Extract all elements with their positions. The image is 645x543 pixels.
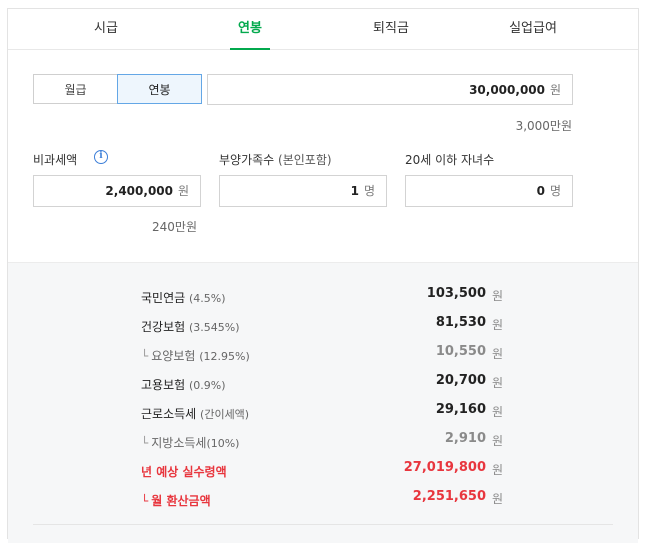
result-row-income-tax: 근로소득세 (간이세액) 29,160 원: [141, 402, 504, 421]
active-tab-indicator: [230, 48, 270, 50]
divider: [33, 524, 613, 525]
result-row-monthly-net: └ 월 환산금액 2,251,650 원: [141, 489, 504, 508]
result-row-local-tax: └ 지방소득세(10%) 2,910 원: [141, 431, 504, 450]
info-icon[interactable]: i: [94, 150, 108, 164]
annual-option-button[interactable]: 연봉: [117, 74, 202, 104]
salary-input[interactable]: 30,000,000 원: [207, 74, 573, 105]
nontaxable-label: 비과세액: [33, 153, 78, 167]
dependents-input[interactable]: 1 명: [219, 175, 387, 207]
nontaxable-value: 2,400,000: [105, 184, 173, 198]
salary-value: 30,000,000: [469, 83, 545, 97]
salary-korean-amount: 3,000만원: [515, 119, 572, 133]
result-row-pension: 국민연금 (4.5%) 103,500 원: [141, 286, 504, 305]
branch-icon: └: [141, 436, 149, 450]
result-row-employment: 고용보험 (0.9%) 20,700 원: [141, 373, 504, 392]
nontaxable-korean-amount: 240만원: [152, 220, 197, 234]
tab-bar: 시급 연봉 퇴직금 실업급여: [8, 9, 638, 50]
result-row-care: └ 요양보험 (12.95%) 10,550 원: [141, 344, 504, 363]
branch-icon: └: [141, 349, 149, 363]
tab-unemployment[interactable]: 실업급여: [493, 9, 573, 49]
salary-unit: 원: [549, 83, 561, 97]
result-row-health: 건강보험 (3.545%) 81,530 원: [141, 315, 504, 334]
result-row-annual-net: 년 예상 실수령액 27,019,800 원: [141, 460, 504, 479]
tab-severance[interactable]: 퇴직금: [351, 9, 431, 49]
dependents-unit: 명: [363, 184, 375, 198]
nontaxable-unit: 원: [177, 184, 189, 198]
dependents-label: 부양가족수 (본인포함): [219, 153, 332, 167]
children-value: 0: [536, 184, 545, 198]
calculator-panel: 시급 연봉 퇴직금 실업급여 월급 연봉 30,000,000 원 3,000만…: [7, 8, 639, 543]
children-unit: 명: [549, 184, 561, 198]
dependents-value: 1: [350, 184, 359, 198]
children-input[interactable]: 0 명: [405, 175, 573, 207]
children-label: 20세 이하 자녀수: [405, 153, 495, 167]
tab-hourly[interactable]: 시급: [66, 9, 146, 49]
nontaxable-input[interactable]: 2,400,000 원: [33, 175, 201, 207]
result-section: 국민연금 (4.5%) 103,500 원 건강보험 (3.545%) 81,53…: [8, 262, 638, 543]
tab-annual[interactable]: 연봉: [230, 9, 270, 50]
branch-icon: └: [141, 494, 149, 508]
monthly-option-button[interactable]: 월급: [33, 74, 118, 104]
